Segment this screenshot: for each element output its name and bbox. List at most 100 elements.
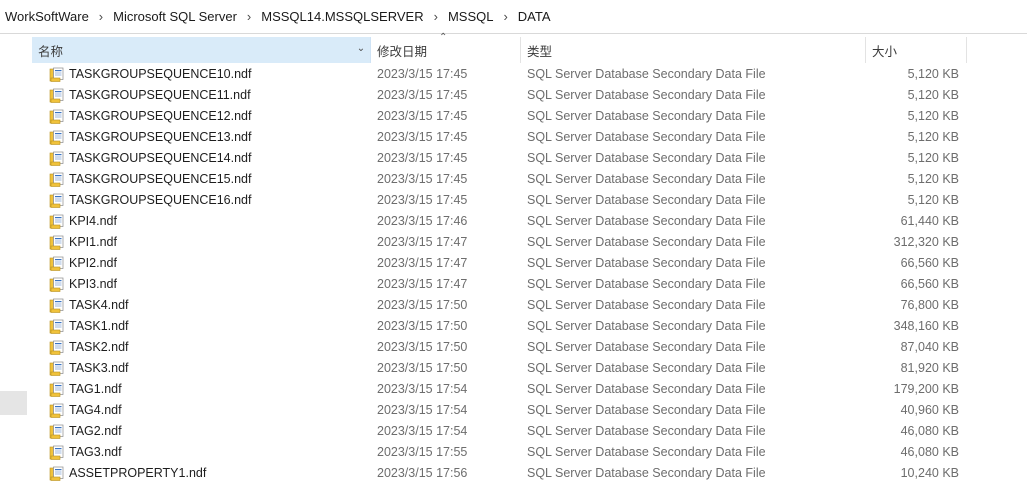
file-row[interactable]: TASK1.ndf 2023/3/15 17:50 SQL Server Datab… [32,316,1027,337]
database-file-icon [49,298,65,314]
file-row[interactable]: TASKGROUPSEQUENCE13.ndf 2023/3/15 17:45 SQ… [32,127,1027,148]
file-name[interactable]: TAG1.ndf [69,379,122,400]
file-name[interactable]: TAG3.ndf [69,442,122,463]
file-row[interactable]: TAG2.ndf 2023/3/15 17:54 SQL Server Databa… [32,421,1027,442]
database-file-icon [49,424,65,440]
file-row[interactable]: KPI4.ndf 2023/3/15 17:46 SQL Server Databa… [32,211,1027,232]
file-list[interactable]: TASKGROUPSEQUENCE10.ndf 2023/3/15 17:45 SQ… [32,64,1027,483]
file-row[interactable]: TAG4.ndf 2023/3/15 17:54 SQL Server Databa… [32,400,1027,421]
file-type: SQL Server Database Secondary Data File [527,277,766,291]
database-file-icon [49,340,65,356]
file-row[interactable]: TASKGROUPSEQUENCE12.ndf 2023/3/15 17:45 SQ… [32,106,1027,127]
address-bar[interactable]: WorkSoftWare › Microsoft SQL Server › MSSQL1… [0,0,1027,34]
database-file-icon [49,235,65,251]
file-name[interactable]: TAG4.ndf [69,400,122,421]
file-size: 5,120 KB [907,109,959,123]
file-size: 66,560 KB [900,277,959,291]
file-name[interactable]: KPI3.ndf [69,274,117,295]
file-row[interactable]: TASKGROUPSEQUENCE11.ndf 2023/3/15 17:45 SQ… [32,85,1027,106]
file-row[interactable]: KPI3.ndf 2023/3/15 17:47 SQL Server Databa… [32,274,1027,295]
file-modified-date: 2023/3/15 17:47 [377,256,468,270]
nav-selected-item[interactable] [0,391,27,415]
file-name[interactable]: KPI2.ndf [69,253,117,274]
column-header-name[interactable]: 名称 [32,37,371,63]
file-name[interactable]: ASSETPROPERTY1.ndf [69,463,206,483]
breadcrumb-item[interactable]: MSSQL14.MSSQLSERVER [259,9,425,24]
breadcrumb-item[interactable]: MSSQL [446,9,496,24]
file-type: SQL Server Database Secondary Data File [527,298,766,312]
file-type: SQL Server Database Secondary Data File [527,382,766,396]
file-modified-date: 2023/3/15 17:50 [377,340,468,354]
breadcrumb-item[interactable]: DATA [516,9,553,24]
file-row[interactable]: TAG3.ndf 2023/3/15 17:55 SQL Server Databa… [32,442,1027,463]
file-size: 81,920 KB [900,361,959,375]
file-row[interactable]: TAG1.ndf 2023/3/15 17:54 SQL Server Databa… [32,379,1027,400]
file-modified-date: 2023/3/15 17:45 [377,109,468,123]
file-name[interactable]: TASK1.ndf [69,316,129,337]
column-header-name-label: 名称 [38,44,64,59]
database-file-icon [49,361,65,377]
file-modified-date: 2023/3/15 17:54 [377,403,468,417]
chevron-down-icon[interactable]: ⌄ [355,43,367,55]
file-row[interactable]: KPI1.ndf 2023/3/15 17:47 SQL Server Databa… [32,232,1027,253]
file-name[interactable]: TASKGROUPSEQUENCE12.ndf [69,106,251,127]
file-type: SQL Server Database Secondary Data File [527,214,766,228]
database-file-icon [49,214,65,230]
database-file-icon [49,193,65,209]
chevron-right-icon[interactable]: › [239,9,259,24]
file-modified-date: 2023/3/15 17:54 [377,424,468,438]
file-modified-date: 2023/3/15 17:50 [377,361,468,375]
file-row[interactable]: TASK4.ndf 2023/3/15 17:50 SQL Server Datab… [32,295,1027,316]
file-row[interactable]: TASKGROUPSEQUENCE14.ndf 2023/3/15 17:45 SQ… [32,148,1027,169]
file-name[interactable]: TASKGROUPSEQUENCE11.ndf [69,85,251,106]
file-size: 348,160 KB [893,319,959,333]
file-name[interactable]: TASKGROUPSEQUENCE15.ndf [69,169,251,190]
file-name[interactable]: TASKGROUPSEQUENCE10.ndf [69,64,251,85]
file-row[interactable]: TASKGROUPSEQUENCE16.ndf 2023/3/15 17:45 SQ… [32,190,1027,211]
column-header-size-label: 大小 [872,44,898,59]
file-row[interactable]: TASKGROUPSEQUENCE10.ndf 2023/3/15 17:45 SQ… [32,64,1027,85]
file-type: SQL Server Database Secondary Data File [527,172,766,186]
database-file-icon [49,172,65,188]
navigation-pane[interactable] [0,35,30,483]
file-modified-date: 2023/3/15 17:50 [377,319,468,333]
file-size: 40,960 KB [900,403,959,417]
file-name[interactable]: TASKGROUPSEQUENCE14.ndf [69,148,251,169]
file-row[interactable]: TASK3.ndf 2023/3/15 17:50 SQL Server Datab… [32,358,1027,379]
database-file-icon [49,256,65,272]
column-header-type[interactable]: 类型 [521,37,866,63]
file-name[interactable]: TASK3.ndf [69,358,129,379]
file-name[interactable]: TASK2.ndf [69,337,129,358]
file-modified-date: 2023/3/15 17:47 [377,277,468,291]
database-file-icon [49,109,65,125]
file-name[interactable]: TASKGROUPSEQUENCE16.ndf [69,190,251,211]
chevron-right-icon[interactable]: › [91,9,111,24]
file-modified-date: 2023/3/15 17:45 [377,172,468,186]
column-header-size[interactable]: 大小 [866,37,967,63]
file-row[interactable]: TASK2.ndf 2023/3/15 17:50 SQL Server Datab… [32,337,1027,358]
file-name[interactable]: TASKGROUPSEQUENCE13.ndf [69,127,251,148]
file-name[interactable]: KPI1.ndf [69,232,117,253]
file-size: 5,120 KB [907,193,959,207]
file-type: SQL Server Database Secondary Data File [527,256,766,270]
file-modified-date: 2023/3/15 17:54 [377,382,468,396]
file-name[interactable]: KPI4.ndf [69,211,117,232]
breadcrumb-item[interactable]: Microsoft SQL Server [111,9,239,24]
breadcrumb-item[interactable]: WorkSoftWare [3,9,91,24]
file-row[interactable]: KPI2.ndf 2023/3/15 17:47 SQL Server Databa… [32,253,1027,274]
file-row[interactable]: ASSETPROPERTY1.ndf 2023/3/15 17:56 SQL Ser… [32,463,1027,483]
chevron-right-icon[interactable]: › [426,9,446,24]
file-size: 61,440 KB [900,214,959,228]
file-type: SQL Server Database Secondary Data File [527,340,766,354]
file-size: 5,120 KB [907,130,959,144]
file-name[interactable]: TASK4.ndf [69,295,129,316]
file-type: SQL Server Database Secondary Data File [527,235,766,249]
database-file-icon [49,88,65,104]
database-file-icon [49,445,65,461]
file-modified-date: 2023/3/15 17:45 [377,88,468,102]
column-header-date-label: 修改日期 [377,44,428,59]
file-name[interactable]: TAG2.ndf [69,421,122,442]
chevron-right-icon[interactable]: › [495,9,515,24]
database-file-icon [49,277,65,293]
file-row[interactable]: TASKGROUPSEQUENCE15.ndf 2023/3/15 17:45 SQ… [32,169,1027,190]
